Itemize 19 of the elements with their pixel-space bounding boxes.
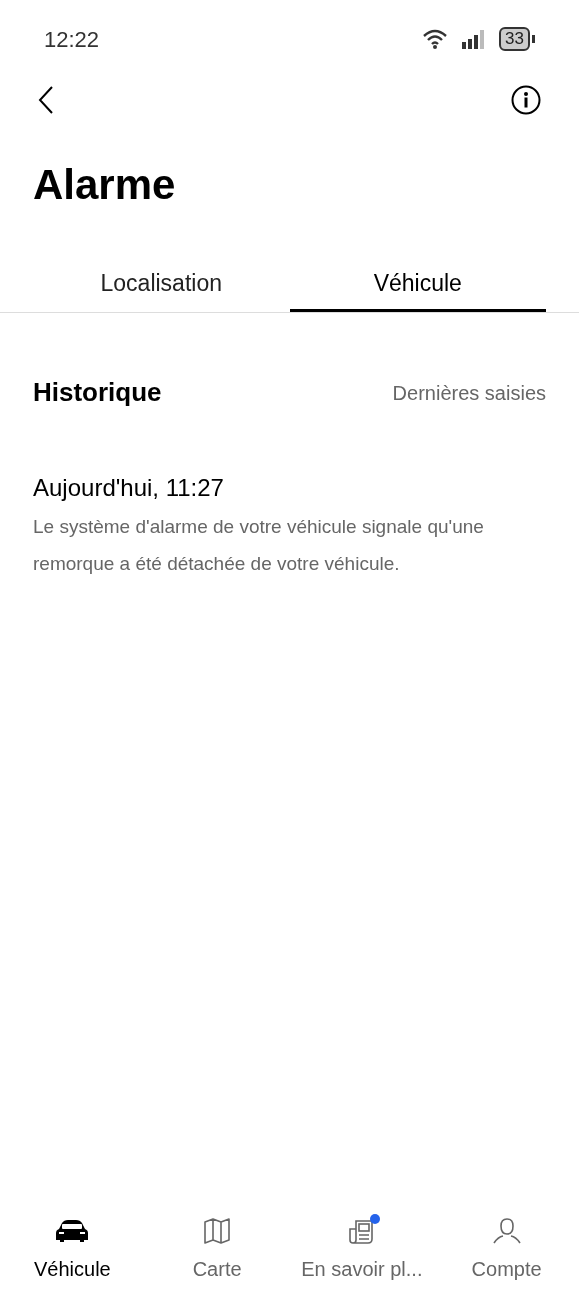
status-time: 12:22	[44, 25, 100, 54]
tab[interactable]: Véhicule	[289, 258, 546, 312]
entry-time: Aujourd'hui, 11:27	[33, 473, 225, 503]
section-heading: Historique	[33, 376, 162, 409]
nav-item[interactable]: Carte	[144, 1200, 290, 1292]
info-button[interactable]	[511, 85, 541, 115]
nav-item[interactable]: Véhicule	[0, 1200, 145, 1292]
tab[interactable]: Localisation	[33, 258, 290, 312]
entry-message: Le système d'alarme de votre véhicule signale qu'une remorque a été détachée de votre véhicule.	[33, 515, 485, 576]
battery-indicator: 33	[499, 27, 535, 51]
car-icon	[54, 1219, 91, 1243]
back-button[interactable]	[38, 85, 54, 115]
page-title: Alarme	[32, 160, 177, 210]
nav-item[interactable]: Compte	[434, 1200, 579, 1292]
nav-item[interactable]: En savoir pl...	[289, 1200, 435, 1292]
person-icon	[491, 1218, 522, 1244]
filter-link[interactable]: Dernières saisies	[392, 377, 546, 408]
newspaper-icon	[347, 1217, 376, 1245]
map-icon	[203, 1218, 232, 1244]
